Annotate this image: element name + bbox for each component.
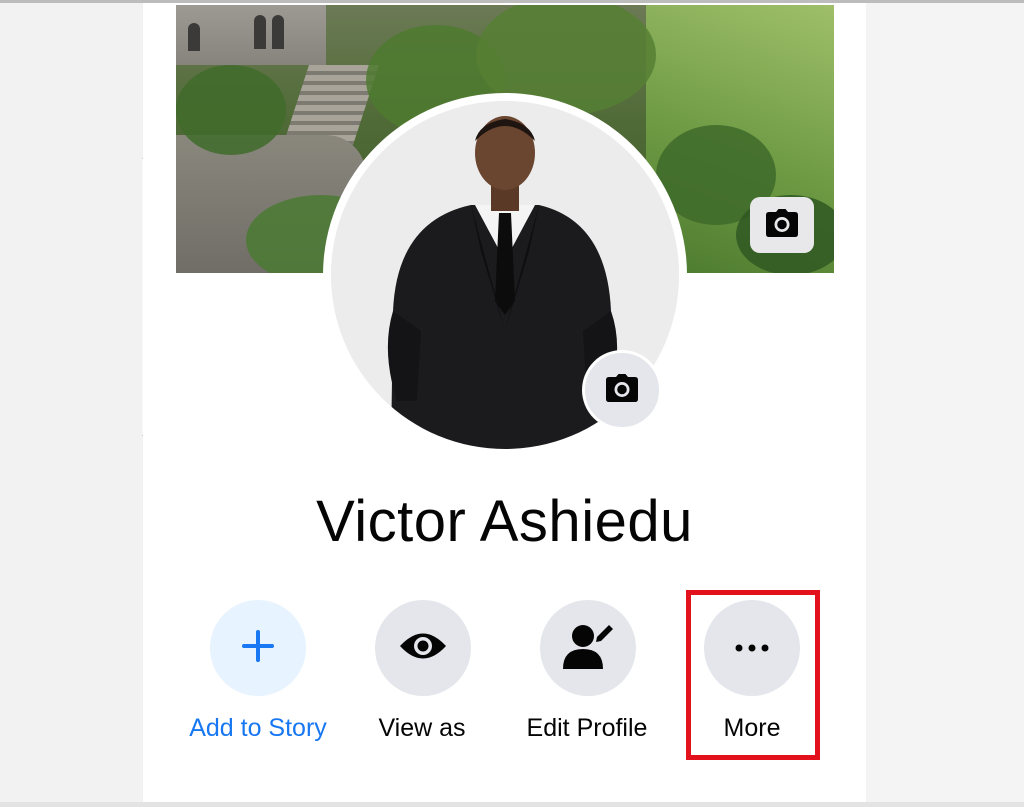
add-to-story-button[interactable]: [210, 600, 306, 696]
eye-icon: [398, 631, 448, 666]
edit-profile-button[interactable]: [540, 600, 636, 696]
edit-cover-photo-button[interactable]: [750, 197, 814, 253]
edit-profile-label[interactable]: Edit Profile: [497, 714, 677, 743]
person-edit-icon: [563, 623, 613, 674]
edit-profile-picture-button[interactable]: [582, 350, 662, 430]
view-as-label[interactable]: View as: [332, 714, 512, 743]
highlight-box: [686, 590, 820, 760]
plus-icon: [240, 628, 276, 669]
camera-icon: [605, 373, 639, 407]
camera-icon: [765, 208, 799, 242]
cover-stairs: [283, 65, 379, 145]
add-to-story-label[interactable]: Add to Story: [168, 714, 348, 743]
background-left: [0, 3, 142, 807]
background-right: [866, 3, 1024, 807]
cover-building: [176, 5, 326, 65]
view-as-button[interactable]: [375, 600, 471, 696]
window-bottom-border: [0, 802, 1024, 807]
profile-name: Victor Ashiedu: [316, 489, 693, 554]
